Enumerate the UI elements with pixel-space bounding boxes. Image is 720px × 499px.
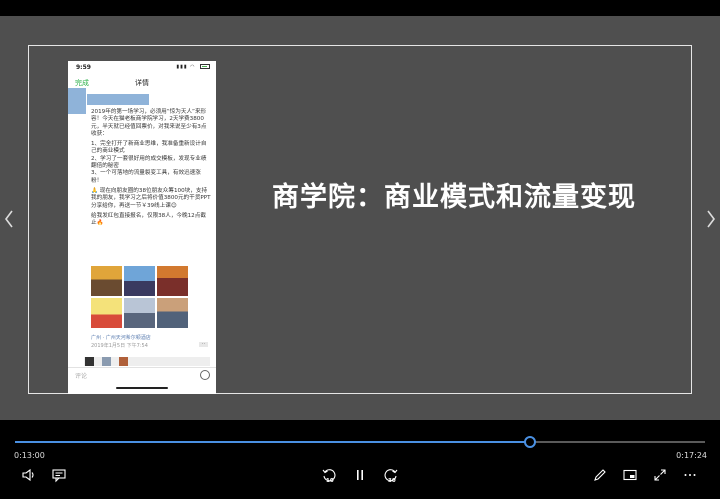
status-time: 9:59	[76, 64, 91, 71]
post-paragraph: 给我发红包直接报名，仅限38人，今晚12点截止🔥	[91, 212, 206, 227]
seek-thumb[interactable]	[524, 436, 537, 448]
post-paragraph: 🙏 现在向朋友圈的38位朋友众筹100块，支持我的朋友，我学习之后将价值3800…	[91, 187, 211, 209]
pen-icon[interactable]	[592, 467, 608, 483]
photo-thumbnail	[124, 298, 155, 328]
comment-bar: 评论	[68, 367, 216, 381]
next-arrow-icon[interactable]	[704, 208, 718, 230]
post-paragraph: 1、完全打开了新商业思维，我准备重新设计自己的商业模式 2、学习了一套很好用的成…	[91, 141, 207, 184]
current-time: 0:13:00	[14, 451, 45, 460]
top-bar	[0, 0, 720, 16]
slide-title: 商学院：商业模式和流量变现	[272, 182, 636, 213]
emoji-icon	[200, 370, 210, 380]
pause-icon[interactable]	[352, 467, 368, 483]
photo-grid	[91, 266, 190, 328]
avatar	[68, 88, 86, 114]
photo-thumbnail	[157, 298, 188, 328]
redacted-name	[87, 94, 149, 105]
like-avatar	[119, 357, 128, 366]
photo-thumbnail	[91, 298, 122, 328]
volume-icon[interactable]	[21, 467, 37, 483]
phone-nav-bar: 完成 详情	[68, 77, 216, 89]
skip-forward-icon[interactable]: 30	[383, 467, 399, 484]
post-location: 广州 · 广州天河希尔顿酒店	[91, 335, 151, 341]
battery-icon	[200, 64, 210, 69]
photo-thumbnail	[91, 266, 122, 296]
nav-title: 详情	[135, 79, 149, 87]
post-paragraph: 2019年的第一场学习，必须用“惊为天人”来形容！今天在猫老板商学院学习，2天学…	[91, 109, 207, 137]
seek-progress[interactable]	[15, 441, 531, 443]
post-date: 2019年1月5日 下午7:54	[91, 343, 148, 349]
photo-thumbnail	[157, 266, 188, 296]
wifi-icon: ◠	[190, 64, 196, 70]
phone-screenshot: 9:59 ▮▮▮ ◠ 完成 详情 2019年的第一场学习，必须用“惊为天人”来形…	[68, 61, 216, 394]
fullscreen-icon[interactable]	[652, 467, 668, 483]
like-avatar	[85, 357, 94, 366]
previous-arrow-icon[interactable]	[2, 208, 16, 230]
home-indicator	[116, 387, 168, 389]
signal-icon: ▮▮▮	[176, 64, 188, 70]
more-dots-icon: ··	[199, 342, 208, 347]
post-text: 2019年的第一场学习，必须用“惊为天人”来形容！今天在猫老板商学院学习，2天学…	[91, 109, 211, 230]
skip-back-icon[interactable]: 10	[321, 467, 337, 484]
more-options-icon[interactable]	[682, 467, 698, 483]
mini-view-icon[interactable]	[622, 467, 638, 483]
comment-placeholder: 评论	[75, 373, 88, 380]
skip-back-label: 10	[326, 478, 334, 484]
like-avatar	[102, 357, 111, 366]
status-icons: ▮▮▮ ◠	[176, 64, 210, 70]
phone-status-bar: 9:59 ▮▮▮ ◠	[68, 61, 216, 75]
video-stage[interactable]: 9:59 ▮▮▮ ◠ 完成 详情 2019年的第一场学习，必须用“惊为天人”来形…	[0, 16, 720, 420]
player-controls: 0:13:00 0:17:24 10 30	[0, 420, 720, 499]
total-time: 0:17:24	[676, 451, 707, 460]
subtitles-icon[interactable]	[51, 467, 67, 483]
photo-thumbnail	[124, 266, 155, 296]
skip-forward-label: 30	[388, 478, 396, 484]
